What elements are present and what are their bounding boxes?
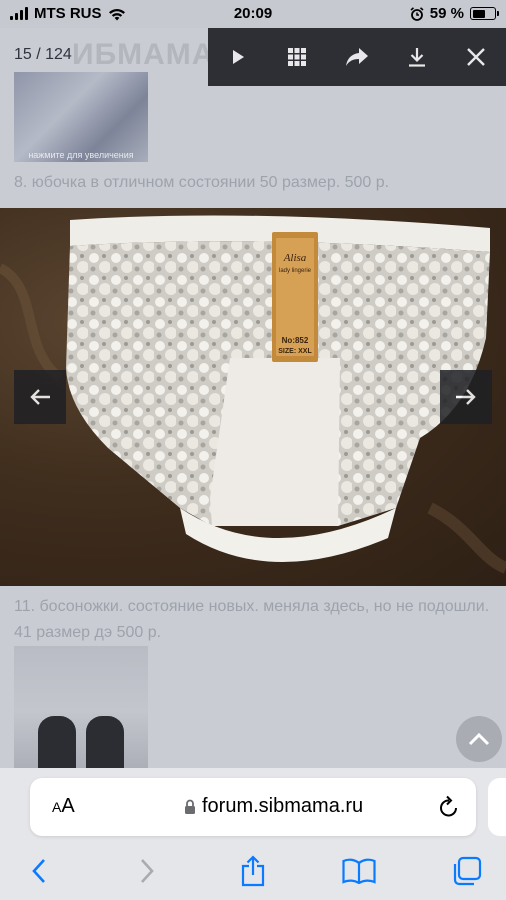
reload-button[interactable] bbox=[438, 794, 460, 823]
download-button[interactable] bbox=[397, 37, 437, 77]
safari-bottom-bar: AA forum.sibmama.ru bbox=[0, 768, 506, 900]
address-bar[interactable]: AA forum.sibmama.ru bbox=[30, 778, 476, 836]
aa-large: A bbox=[61, 795, 75, 817]
slideshow-button[interactable] bbox=[218, 37, 258, 77]
post-thumbnail-jacket[interactable]: нажмите для увеличения bbox=[14, 72, 148, 162]
arrow-right-icon bbox=[456, 389, 476, 405]
share-image-button[interactable] bbox=[337, 37, 377, 77]
next-image-button[interactable] bbox=[440, 370, 492, 424]
play-icon bbox=[232, 50, 244, 64]
share-icon bbox=[241, 855, 265, 887]
post-thumbnail-sandals[interactable] bbox=[14, 646, 148, 776]
site-logo: ИБМАМА bbox=[72, 38, 215, 71]
grid-icon bbox=[288, 48, 307, 66]
battery-icon bbox=[470, 7, 499, 20]
next-tab-preview[interactable] bbox=[488, 778, 506, 836]
url-text: forum.sibmama.ru bbox=[202, 795, 364, 817]
thumbnails-button[interactable] bbox=[277, 37, 317, 77]
safari-toolbar bbox=[0, 848, 506, 892]
share-page-button[interactable] bbox=[236, 854, 270, 888]
sandal-shape bbox=[86, 716, 124, 776]
page-settings-button[interactable]: AA bbox=[52, 795, 75, 818]
tabs-button[interactable] bbox=[450, 854, 484, 888]
close-icon bbox=[467, 48, 486, 66]
thumbnail-caption: нажмите для увеличения bbox=[28, 150, 134, 160]
share-icon bbox=[345, 48, 368, 66]
tag-model-number: No:852 bbox=[281, 336, 309, 345]
back-button[interactable] bbox=[22, 854, 56, 888]
sandal-shape bbox=[38, 716, 76, 776]
post-text-item-11: 11. босоножки. состояние новых. меняла з… bbox=[14, 598, 490, 641]
previous-image-button[interactable] bbox=[14, 370, 66, 424]
chevron-up-icon bbox=[468, 732, 490, 746]
lightbox-toolbar bbox=[208, 28, 506, 86]
bookmarks-button[interactable] bbox=[342, 854, 376, 888]
aa-small: A bbox=[52, 799, 62, 815]
forward-button[interactable] bbox=[130, 854, 164, 888]
scroll-to-top-button[interactable] bbox=[456, 716, 502, 762]
download-icon bbox=[408, 48, 425, 67]
tabs-icon bbox=[453, 856, 482, 886]
battery-percent: 59 % bbox=[429, 5, 464, 22]
tag-brand: Alisa bbox=[283, 252, 307, 264]
back-icon bbox=[32, 859, 45, 883]
lightbox-photo[interactable]: Alisa lady lingerie No:852 SIZE: XXL bbox=[0, 208, 506, 586]
reload-icon bbox=[440, 795, 457, 817]
image-counter: 15 / 124 bbox=[14, 46, 72, 63]
product-photo-illustration bbox=[0, 215, 506, 574]
tag-size: SIZE: XXL bbox=[278, 348, 312, 355]
lock-icon bbox=[185, 799, 195, 814]
status-bar: MTS RUS 20:09 59 % bbox=[0, 0, 506, 28]
url-display[interactable]: forum.sibmama.ru bbox=[184, 795, 363, 818]
alarm-icon bbox=[410, 6, 424, 21]
arrow-left-icon bbox=[30, 389, 50, 405]
forward-icon bbox=[141, 859, 154, 883]
status-right: 59 % bbox=[410, 5, 499, 22]
tag-subtitle: lady lingerie bbox=[278, 268, 312, 274]
battery-fill bbox=[472, 9, 485, 18]
bookmarks-icon bbox=[342, 858, 376, 884]
post-text-item-8: 8. юбочка в отличном состоянии 50 размер… bbox=[14, 174, 390, 191]
close-lightbox-button[interactable] bbox=[456, 37, 496, 77]
